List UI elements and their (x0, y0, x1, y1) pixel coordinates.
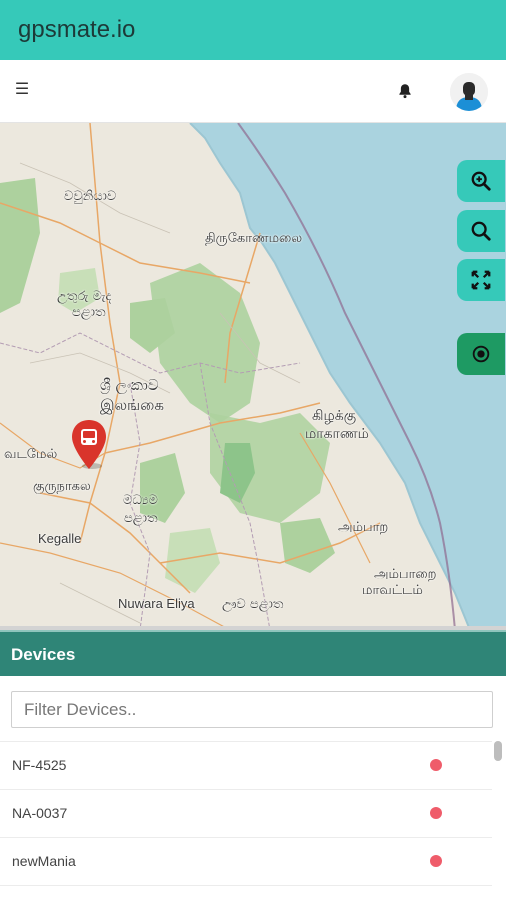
map-label: Nuwara Eliya (118, 596, 195, 611)
device-row[interactable] (0, 885, 492, 899)
map-label: இலங்கை (100, 396, 164, 414)
map-label: வடமேல் (4, 447, 58, 462)
zoom-out-icon (471, 221, 491, 241)
bell-icon[interactable] (396, 82, 414, 100)
app-header: gpsmate.io (0, 0, 506, 60)
device-row-na-0037[interactable]: NA-0037 (0, 789, 492, 837)
status-dot (430, 759, 442, 771)
map-label: அம்பாறை (374, 567, 437, 582)
map-label: மாகாணம் (305, 426, 369, 442)
device-list-scrollbar[interactable] (494, 741, 502, 900)
locate-button[interactable] (457, 333, 505, 375)
map-label: පළාත (72, 305, 106, 320)
map-label: Kegalle (38, 531, 82, 546)
locate-icon (472, 345, 490, 363)
fullscreen-button[interactable] (457, 259, 505, 301)
status-dot (430, 855, 442, 867)
filter-devices-input[interactable] (11, 691, 493, 728)
map-label: கிழக்கு (312, 408, 357, 424)
devices-title: Devices (11, 645, 76, 664)
device-row-newmania[interactable]: newMania (0, 837, 492, 885)
map-view[interactable]: වවුනියාව திருகோணமலை උතුරු මැද පළාත ශ්‍රී… (0, 123, 506, 630)
device-row-nf-4525[interactable]: NF-4525 (0, 741, 492, 789)
bus-marker-icon[interactable] (70, 419, 108, 471)
devices-header: Devices (0, 630, 506, 676)
map-label: උතුරු මැද (57, 289, 112, 304)
app-title: gpsmate.io (18, 16, 136, 43)
zoom-out-button[interactable] (457, 210, 505, 252)
map-label: ඌව පළාත (222, 597, 284, 612)
device-name: NA-0037 (12, 805, 68, 821)
hamburger-icon[interactable]: ☰ (12, 80, 32, 100)
status-dot (430, 807, 442, 819)
user-avatar-icon (450, 73, 488, 111)
map-label: මධ්‍යම (123, 493, 158, 508)
device-name: NF-4525 (12, 757, 67, 773)
fullscreen-icon (471, 270, 491, 290)
map-label: ශ්‍රී ලංකාව (100, 376, 159, 394)
zoom-in-icon (471, 171, 491, 191)
map-label: திருகோணமலை (205, 231, 303, 246)
device-list: NF-4525 NA-0037 newMania (0, 741, 492, 899)
zoom-in-button[interactable] (457, 160, 505, 202)
map-label: மாவட்டம் (362, 583, 423, 598)
map-label: குருநாகல (33, 479, 91, 494)
map-label: அம்பாற (338, 520, 389, 535)
toolbar: ☰ (0, 60, 506, 123)
device-name: newMania (12, 853, 76, 869)
map-label: වවුනියාව (64, 189, 117, 204)
scroll-thumb[interactable] (494, 741, 502, 761)
user-avatar[interactable] (450, 73, 488, 111)
map-label: පළාත (124, 511, 158, 526)
